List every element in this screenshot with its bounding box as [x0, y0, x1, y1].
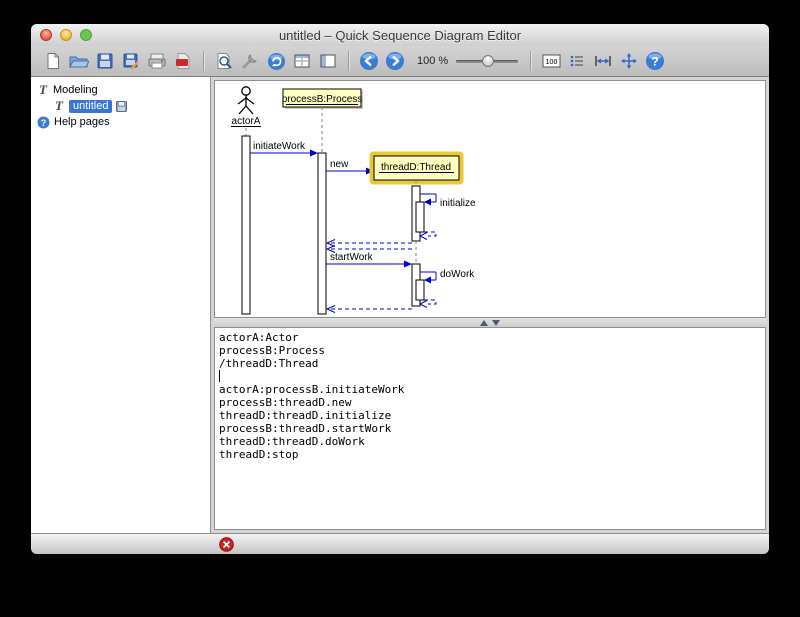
actor-label[interactable]: actorA [232, 116, 261, 127]
save-button[interactable] [93, 48, 117, 74]
untitled-label: untitled [69, 99, 113, 113]
editor-line[interactable]: actorA:processB.initiateWork [219, 383, 765, 396]
actorA-activation-bar[interactable] [241, 135, 251, 315]
printer-icon [148, 53, 166, 69]
splitter-arrows-icon[interactable] [479, 319, 501, 327]
expand-arrows-icon [621, 53, 638, 69]
actual-size-button[interactable]: 100 [539, 48, 563, 74]
processB-activation-bar[interactable] [317, 152, 327, 315]
modeling-logo-icon: T [39, 82, 47, 97]
pdf-icon [176, 53, 190, 69]
toolbar-separator [348, 51, 349, 71]
toolbar-separator [203, 51, 204, 71]
app-window: untitled – Quick Sequence Diagram Editor [31, 24, 769, 554]
editor-line[interactable]: actorA:Actor [219, 331, 765, 344]
zoom-100-icon: 100 [542, 54, 561, 68]
close-button[interactable] [40, 29, 52, 41]
text-caret [219, 370, 220, 382]
main-area: actorA processB:Process initiateWork new… [211, 77, 769, 533]
toolbar-separator [530, 51, 532, 71]
threadD-nested-bar-2[interactable] [415, 279, 425, 301]
nav-back-button[interactable] [357, 48, 381, 74]
sidebar-item-untitled[interactable]: T untitled [31, 98, 210, 114]
help-pages-label: Help pages [54, 115, 110, 128]
editor-line[interactable]: threadD:stop [219, 448, 765, 461]
sidebar: T Modeling T untitled ? Help pages [31, 77, 211, 533]
message-doWork[interactable]: doWork [440, 269, 475, 280]
zoom-preview-button[interactable] [212, 48, 236, 74]
open-button[interactable] [67, 48, 91, 74]
minimize-button[interactable] [60, 29, 72, 41]
back-arrow-icon [360, 52, 378, 70]
column-view-button[interactable] [316, 48, 340, 74]
new-file-button[interactable] [41, 48, 65, 74]
help-button[interactable]: ? [643, 48, 667, 74]
column-view-icon [320, 54, 336, 68]
zoom-slider[interactable] [456, 53, 519, 69]
redraw-button[interactable] [264, 48, 288, 74]
zoom-slider-thumb[interactable] [482, 55, 495, 67]
editor-line[interactable] [219, 370, 765, 383]
table-view-button[interactable] [290, 48, 314, 74]
editor-line[interactable]: processB:threadD.new [219, 396, 765, 409]
wrench-icon [242, 54, 257, 69]
help-pages-icon: ? [37, 116, 50, 128]
save-as-icon [123, 53, 139, 70]
editor-line[interactable]: /threadD:Thread [219, 357, 765, 370]
magnifier-page-icon [217, 53, 232, 69]
fit-page-button[interactable] [617, 48, 641, 74]
svg-text:100: 100 [545, 59, 557, 66]
editor-line[interactable]: threadD:threadD.doWork [219, 435, 765, 448]
open-folder-icon [69, 56, 89, 68]
toolbar: 100 % 100 ? [31, 46, 769, 77]
configure-button[interactable] [238, 48, 262, 74]
editor-line[interactable]: processB:Process [219, 344, 765, 357]
fit-width-icon [595, 56, 611, 66]
diagram-logo-icon: T [55, 98, 63, 113]
window-title: untitled – Quick Sequence Diagram Editor [278, 27, 522, 43]
sidebar-item-help-pages[interactable]: ? Help pages [31, 114, 210, 130]
modeling-label: Modeling [53, 83, 98, 96]
zoom-level-label: 100 % [417, 55, 449, 67]
list-icon [570, 55, 584, 67]
sidebar-item-modeling[interactable]: T Modeling [31, 82, 210, 98]
save-as-button[interactable] [119, 48, 143, 74]
svg-text:?: ? [41, 117, 47, 127]
forward-arrow-icon [386, 52, 404, 70]
processB-label[interactable]: processB:Process [282, 94, 363, 105]
help-icon: ? [646, 52, 665, 70]
actor-figure[interactable] [237, 86, 255, 115]
nav-forward-button[interactable] [383, 48, 407, 74]
threadD-label[interactable]: threadD:Thread [381, 162, 451, 173]
editor-line[interactable]: processB:threadD.startWork [219, 422, 765, 435]
svg-text:?: ? [652, 55, 659, 69]
title-bar[interactable]: untitled – Quick Sequence Diagram Editor [31, 24, 769, 46]
export-pdf-button[interactable] [171, 48, 195, 74]
text-editor[interactable]: actorA:Actor processB:Process /threadD:T… [214, 327, 766, 530]
editor-line[interactable]: threadD:threadD.initialize [219, 409, 765, 422]
table-view-icon [294, 54, 310, 68]
save-icon [97, 53, 113, 69]
list-button[interactable] [565, 48, 589, 74]
status-bar [31, 533, 769, 554]
message-startWork[interactable]: startWork [330, 252, 374, 263]
unsaved-disk-icon [116, 100, 128, 112]
message-initialize[interactable]: initialize [440, 198, 476, 209]
fit-width-button[interactable] [591, 48, 615, 74]
sequence-diagram[interactable]: actorA processB:Process initiateWork new… [216, 82, 764, 315]
split-pane-divider[interactable] [214, 318, 766, 327]
print-button[interactable] [145, 48, 169, 74]
zoom-window-button[interactable] [80, 29, 92, 41]
message-initiateWork[interactable]: initiateWork [253, 141, 306, 152]
error-icon[interactable] [219, 536, 234, 552]
refresh-icon [267, 52, 285, 70]
diagram-panel[interactable]: actorA processB:Process initiateWork new… [214, 80, 766, 318]
new-document-icon [47, 53, 59, 69]
message-new[interactable]: new [330, 159, 349, 170]
threadD-nested-bar-1[interactable] [415, 201, 425, 233]
